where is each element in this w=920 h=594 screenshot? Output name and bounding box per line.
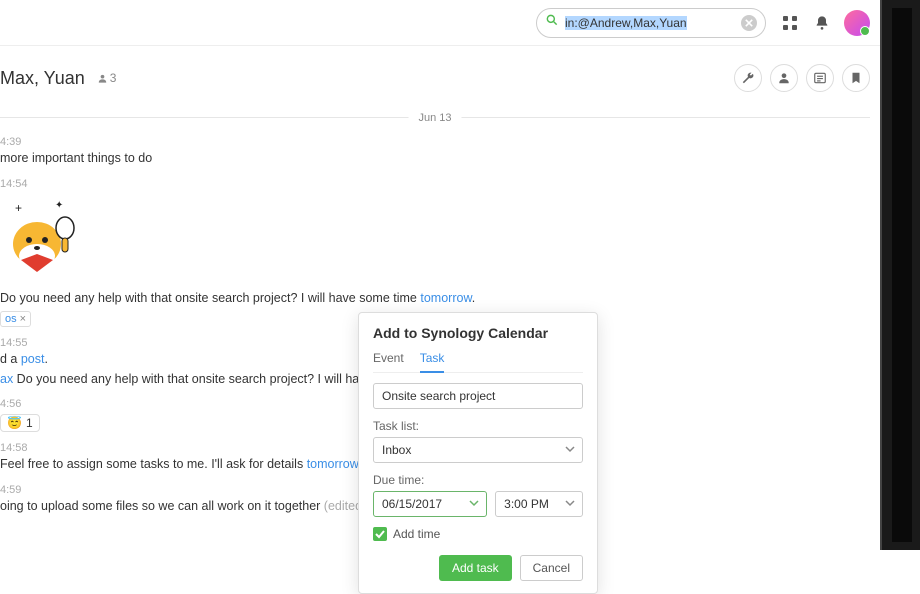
link-user[interactable]: ax — [0, 372, 13, 386]
due-time-select[interactable]: 3:00 PM — [495, 491, 583, 517]
duetime-label: Due time: — [373, 473, 583, 487]
addtime-label: Add time — [393, 527, 440, 541]
reaction-count: 1 — [26, 416, 33, 430]
tab-event[interactable]: Event — [373, 351, 404, 372]
apps-icon[interactable] — [782, 15, 798, 31]
tasklist-label: Task list: — [373, 419, 583, 433]
timestamp: 14:54 — [0, 178, 870, 190]
timestamp: 4:39 — [0, 136, 870, 148]
link-post[interactable]: post — [21, 352, 45, 366]
tasklist-select[interactable]: Inbox — [373, 437, 583, 463]
header-actions — [734, 64, 870, 92]
person-button[interactable] — [770, 64, 798, 92]
sticker-image: + ✦ — [0, 196, 90, 276]
message-text: more important things to do — [0, 150, 870, 168]
channel-title: Max, Yuan — [0, 68, 85, 89]
close-icon[interactable]: × — [20, 313, 26, 325]
member-count-number: 3 — [110, 71, 117, 85]
svg-text:+: + — [15, 201, 22, 215]
bookmark-button[interactable] — [842, 64, 870, 92]
addtime-checkbox-row[interactable]: Add time — [373, 527, 583, 541]
link-tomorrow[interactable]: tomorrow — [420, 291, 471, 305]
due-time-value: 3:00 PM — [495, 491, 583, 517]
tab-task[interactable]: Task — [420, 351, 445, 373]
task-name-input[interactable] — [373, 383, 583, 409]
list-button[interactable] — [806, 64, 834, 92]
popup-buttons: Add task Cancel — [373, 555, 583, 581]
clear-search-icon[interactable] — [741, 15, 757, 31]
date-divider-label: Jun 13 — [408, 112, 461, 124]
user-avatar[interactable] — [844, 10, 870, 36]
wrench-button[interactable] — [734, 64, 762, 92]
topbar — [0, 0, 920, 46]
member-count[interactable]: 3 — [97, 71, 117, 85]
calendar-popup: Add to Synology Calendar Event Task Task… — [358, 312, 598, 594]
due-date-value: 06/15/2017 — [373, 491, 487, 517]
checkbox-checked-icon — [373, 527, 387, 541]
device-bezel — [880, 0, 920, 550]
tasklist-value: Inbox — [373, 437, 583, 463]
search-input[interactable] — [565, 16, 735, 30]
popup-tabs: Event Task — [373, 351, 583, 373]
link-tomorrow[interactable]: tomorrow — [307, 457, 359, 471]
search-box[interactable] — [536, 8, 766, 38]
hashtag-label: os — [5, 313, 17, 325]
cancel-button[interactable]: Cancel — [520, 555, 583, 581]
popup-title: Add to Synology Calendar — [373, 325, 583, 341]
add-task-button[interactable]: Add task — [439, 555, 512, 581]
hashtag-chip[interactable]: os × — [0, 311, 31, 327]
conversation-header: Max, Yuan 3 — [0, 46, 920, 102]
search-icon — [545, 13, 559, 32]
reaction-badge[interactable]: 😇 1 — [0, 414, 40, 432]
emoji-icon: 😇 — [7, 416, 22, 430]
svg-text:✦: ✦ — [55, 200, 63, 211]
date-divider: Jun 13 — [0, 108, 870, 126]
message-text: Do you need any help with that onsite se… — [0, 290, 870, 308]
bell-icon[interactable] — [814, 15, 830, 31]
due-date-select[interactable]: 06/15/2017 — [373, 491, 487, 517]
